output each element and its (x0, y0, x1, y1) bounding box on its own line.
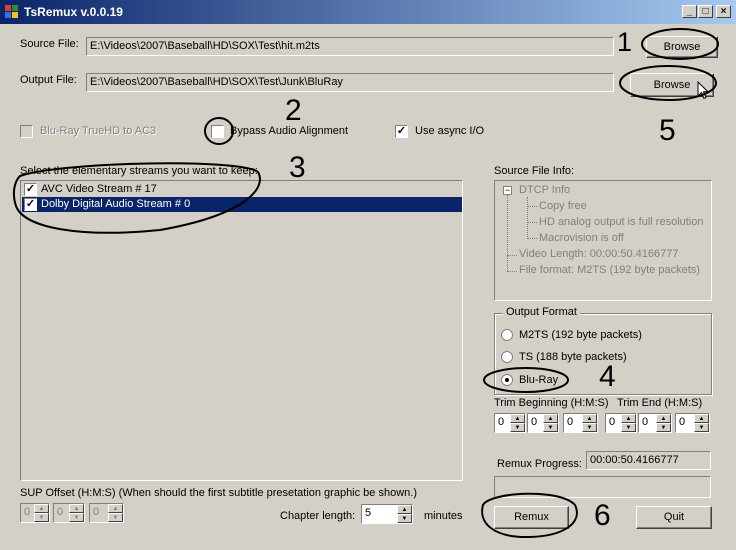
async-io-label: Use async I/O (415, 125, 485, 137)
annotation-1: 1 (617, 27, 633, 57)
bypass-audio-checkbox[interactable] (211, 125, 224, 138)
annotation-5: 5 (659, 114, 676, 147)
tsremux-app-icon (5, 5, 19, 19)
tree-node-video-length[interactable]: Video Length: 00:00:50.4166777 (519, 248, 678, 260)
stream-label: AVC Video Stream # 17 (41, 183, 157, 195)
list-item[interactable]: ✓ Dolby Digital Audio Stream # 0 (22, 197, 462, 212)
stream-checkbox[interactable]: ✓ (24, 183, 37, 196)
tree-node-hd-analog[interactable]: HD analog output is full resolution (539, 216, 703, 228)
radio-m2ts-label: M2TS (192 byte packets) (519, 329, 642, 341)
remux-progress-bar (494, 476, 711, 498)
remux-progress-label: Remux Progress: (497, 458, 582, 470)
annotation-4: 4 (599, 360, 616, 393)
window-title: TsRemux v.0.0.19 (24, 5, 123, 19)
annotation-3: 3 (289, 151, 306, 184)
sup-offset-label: SUP Offset (H:M:S) (When should the firs… (20, 487, 417, 499)
remux-button[interactable]: Remux (494, 506, 569, 529)
source-info-tree[interactable]: − DTCP Info Copy free HD analog output i… (494, 180, 712, 301)
trim-end-seconds[interactable]: 0 ▲ ▼ (675, 413, 710, 433)
close-button[interactable]: × (716, 5, 731, 18)
radio-bluray[interactable] (501, 374, 513, 386)
truehd-label: Blu-Ray TrueHD to AC3 (40, 125, 157, 137)
async-io-checkbox[interactable]: ✓ (395, 125, 408, 138)
tree-node-file-format[interactable]: File format: M2TS (192 byte packets) (519, 264, 700, 276)
source-info-label: Source File Info: (494, 165, 575, 177)
sup-offset-seconds[interactable]: 0 ▲ ▼ (89, 503, 124, 523)
stream-label: Dolby Digital Audio Stream # 0 (41, 198, 191, 210)
radio-m2ts[interactable] (501, 329, 513, 341)
source-file-field[interactable]: E:\Videos\2007\Baseball\HD\SOX\Test\hit.… (86, 37, 614, 56)
tree-node-copy[interactable]: Copy free (539, 200, 587, 212)
chapter-length-label: Chapter length: (280, 510, 356, 522)
source-file-label: Source File: (20, 38, 79, 50)
maximize-button[interactable]: □ (698, 5, 713, 18)
trim-begin-label: Trim Beginning (H:M:S) (494, 397, 609, 409)
trim-begin-minutes[interactable]: 0 ▲ ▼ (527, 413, 559, 433)
trim-begin-seconds[interactable]: 0 ▲ ▼ (563, 413, 598, 433)
radio-ts[interactable] (501, 351, 513, 363)
annotation-6: 6 (594, 499, 611, 532)
trim-end-minutes[interactable]: 0 ▲ ▼ (638, 413, 672, 433)
tree-node-dtcp[interactable]: DTCP Info (519, 184, 570, 196)
output-file-label: Output File: (20, 74, 77, 86)
output-file-field[interactable]: E:\Videos\2007\Baseball\HD\SOX\Test\Junk… (86, 73, 614, 92)
trim-begin-hours[interactable]: 0 ▲ ▼ (494, 413, 526, 433)
output-format-legend: Output Format (503, 306, 580, 318)
sup-offset-minutes[interactable]: 0 ▲ ▼ (53, 503, 85, 523)
radio-bluray-label: Blu-Ray (519, 374, 559, 386)
output-browse-button[interactable]: Browse (630, 73, 714, 97)
streams-list[interactable]: ✓ AVC Video Stream # 17 ✓ Dolby Digital … (20, 180, 463, 481)
stream-checkbox[interactable]: ✓ (24, 198, 37, 211)
minimize-button[interactable]: _ (682, 5, 697, 18)
tree-node-macrovision[interactable]: Macrovision is off (539, 232, 624, 244)
sup-offset-hours[interactable]: 0 ▲ ▼ (20, 503, 50, 523)
truehd-checkbox[interactable] (20, 125, 33, 138)
trim-end-hours[interactable]: 0 ▲ ▼ (605, 413, 637, 433)
title-bar[interactable]: TsRemux v.0.0.19 _ □ × (0, 0, 736, 24)
chapter-length-unit: minutes (424, 510, 463, 522)
collapse-toggle-icon[interactable]: − (503, 186, 512, 195)
quit-button[interactable]: Quit (636, 506, 712, 529)
trim-end-label: Trim End (H:M:S) (617, 397, 703, 409)
chapter-length-stepper[interactable]: 5 ▲ ▼ (361, 504, 413, 524)
remux-progress-value: 00:00:50.4166777 (586, 451, 711, 470)
list-item[interactable]: ✓ AVC Video Stream # 17 (22, 182, 461, 197)
streams-label: Select the elementary streams you want t… (20, 165, 258, 177)
annotation-2: 2 (285, 94, 302, 127)
source-browse-button[interactable]: Browse (646, 36, 718, 58)
